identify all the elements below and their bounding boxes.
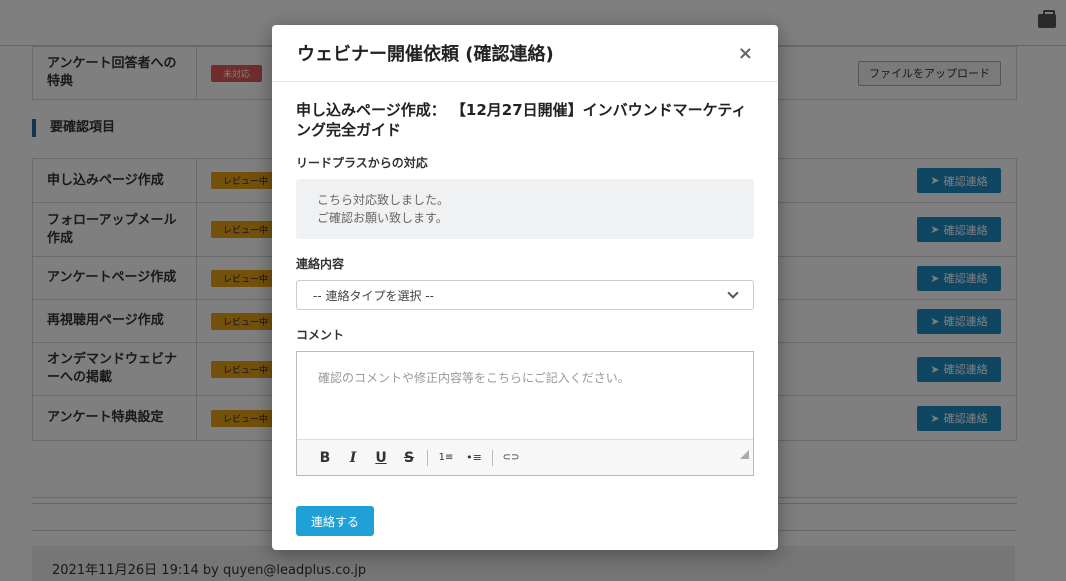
close-icon[interactable]: × bbox=[738, 43, 753, 64]
editor-toolbar: B I U S 1≡ •≡ ⊂⊃ bbox=[297, 439, 753, 475]
underline-icon[interactable]: U bbox=[367, 450, 395, 466]
toolbar-divider bbox=[427, 449, 428, 466]
comment-input[interactable]: 確認のコメントや修正内容等をこちらにご記入ください。 bbox=[297, 352, 753, 440]
link-icon[interactable]: ⊂⊃ bbox=[497, 452, 525, 463]
modal-header: ウェビナー開催依頼 (確認連絡) × bbox=[272, 25, 778, 82]
strikethrough-icon[interactable]: S bbox=[395, 450, 423, 466]
ordered-list-icon[interactable]: 1≡ bbox=[432, 452, 460, 463]
contact-type-value: -- 連絡タイプを選択 -- bbox=[313, 288, 434, 303]
modal-body: 申し込みページ作成： 【12月27日開催】インバウンドマーケティング完全ガイド … bbox=[272, 82, 778, 476]
reply-line: ご確認お願い致します。 bbox=[317, 211, 448, 225]
italic-icon[interactable]: I bbox=[339, 450, 367, 466]
chevron-down-icon bbox=[727, 287, 739, 299]
comment-editor: 確認のコメントや修正内容等をこちらにご記入ください。 B I U S 1≡ •≡… bbox=[296, 351, 754, 476]
reply-message: こちら対応致しました。 ご確認お願い致します。 bbox=[296, 179, 754, 239]
bold-icon[interactable]: B bbox=[311, 450, 339, 466]
contact-type-label: 連絡内容 bbox=[296, 257, 345, 271]
unordered-list-icon[interactable]: •≡ bbox=[460, 451, 488, 464]
modal-title: ウェビナー開催依頼 (確認連絡) bbox=[297, 44, 554, 65]
toolbar-divider bbox=[492, 449, 493, 466]
resize-handle-icon[interactable] bbox=[740, 450, 749, 459]
submit-contact-button[interactable]: 連絡する bbox=[296, 506, 374, 536]
request-subject: 申し込みページ作成： 【12月27日開催】インバウンドマーケティング完全ガイド bbox=[296, 101, 747, 139]
comment-label: コメント bbox=[296, 328, 345, 342]
reply-line: こちら対応致しました。 bbox=[317, 193, 450, 207]
reply-label: リードプラスからの対応 bbox=[296, 156, 428, 170]
contact-type-select[interactable]: -- 連絡タイプを選択 -- bbox=[296, 280, 754, 310]
confirm-contact-modal: ウェビナー開催依頼 (確認連絡) × 申し込みページ作成： 【12月27日開催】… bbox=[272, 25, 778, 550]
